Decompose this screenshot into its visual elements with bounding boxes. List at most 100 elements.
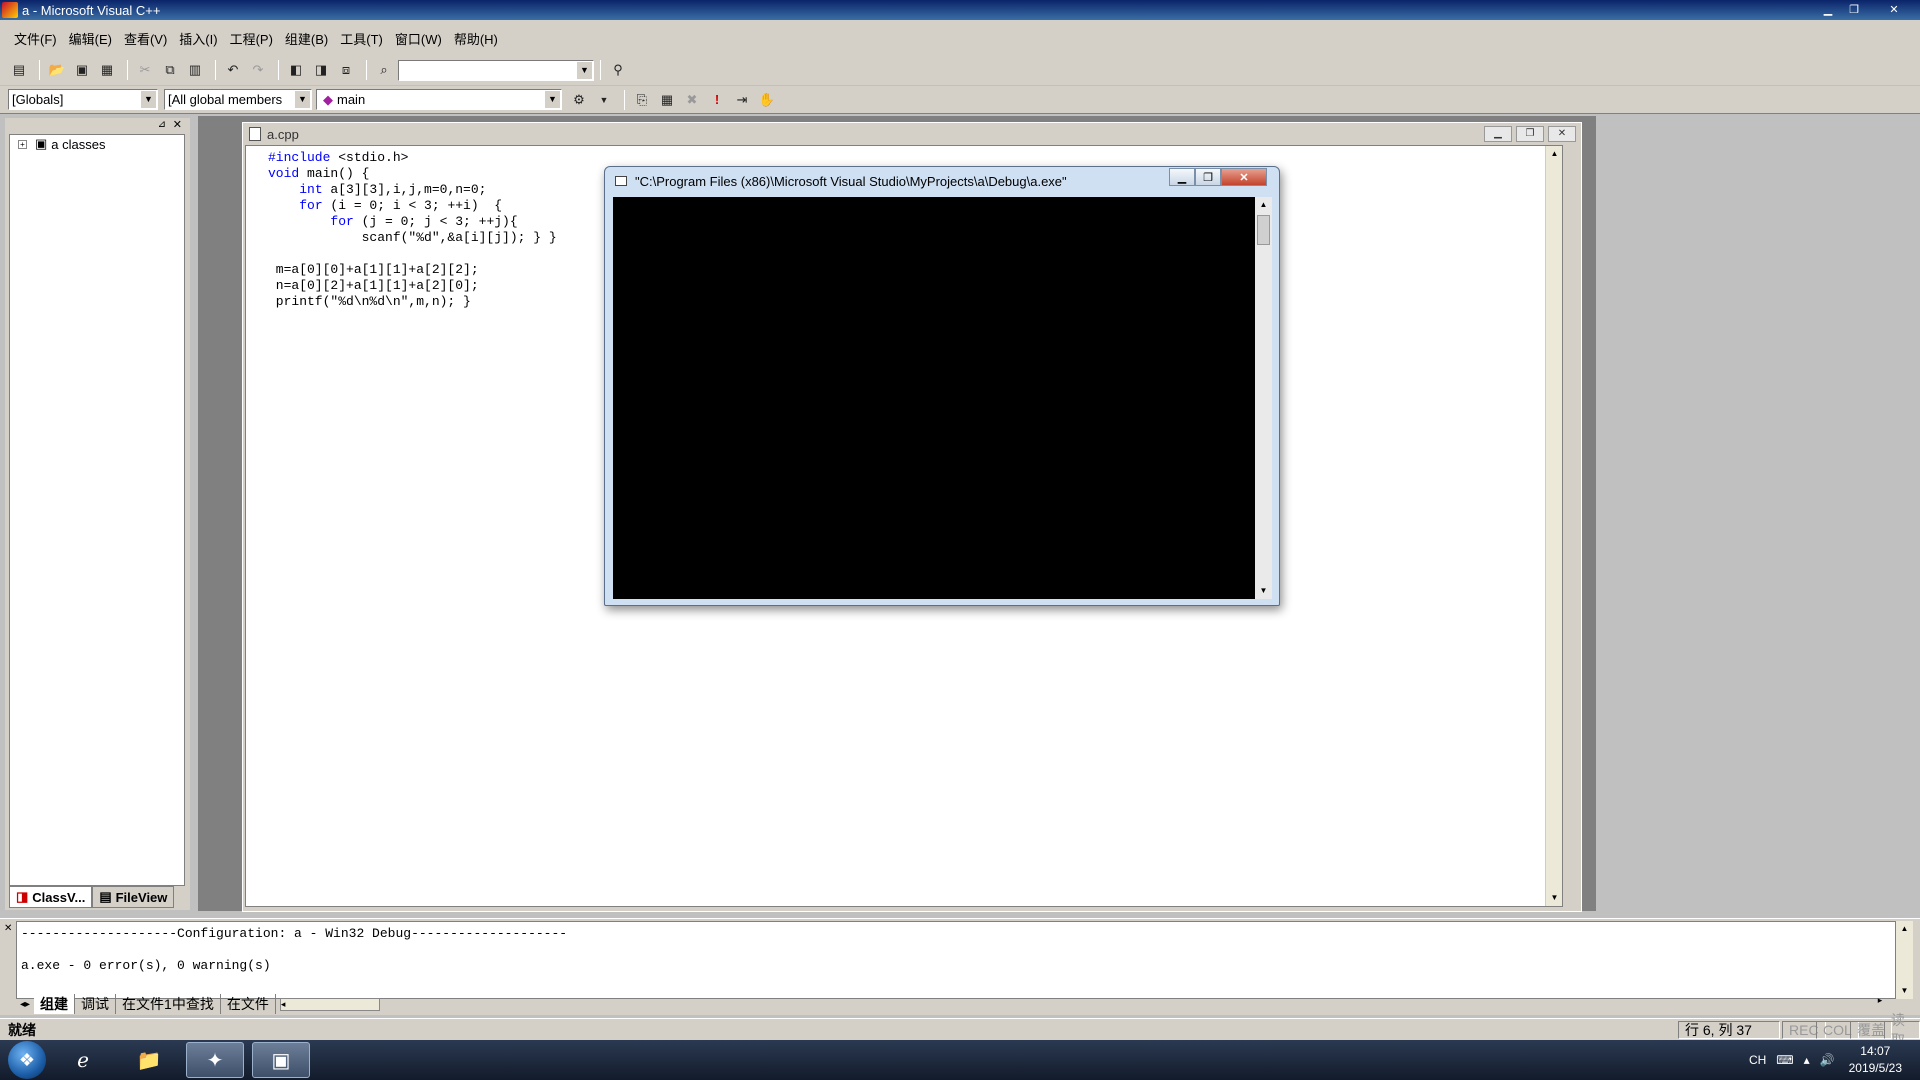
find-combo[interactable]: ▼	[398, 59, 594, 81]
editor-close-button[interactable]: ✕	[1548, 126, 1576, 142]
save-icon[interactable]: ▣	[71, 59, 93, 81]
code-text[interactable]: #include <stdio.h> void main() { int a[3]…	[268, 150, 557, 310]
volume-icon[interactable]: 🔊	[1820, 1053, 1835, 1067]
code-line[interactable]: for (i = 0; i < 3; ++i) {	[268, 198, 557, 214]
code-line[interactable]: #include <stdio.h>	[268, 150, 557, 166]
keyboard-icon[interactable]: ⌨	[1776, 1053, 1793, 1067]
code-line[interactable]	[268, 246, 557, 262]
start-button-icon[interactable]: ❖	[8, 1041, 46, 1079]
code-line[interactable]: n=a[0][2]+a[1][1]+a[2][0];	[268, 278, 557, 294]
menu-window[interactable]: 窗口(W)	[389, 29, 448, 48]
visual-cpp-taskbar-icon[interactable]: ✦	[186, 1042, 244, 1078]
console-close-button[interactable]: ✕	[1221, 168, 1267, 186]
tab-label: ClassV...	[32, 889, 86, 905]
tab-scroll-arrows-icon[interactable]: ◂▸	[20, 999, 30, 1010]
scroll-down-icon[interactable]: ▼	[1546, 890, 1563, 906]
console-title-bar[interactable]: "C:\Program Files (x86)\Microsoft Visual…	[605, 167, 1279, 195]
tree-item-classes[interactable]: + ▣ a classes	[10, 135, 184, 153]
tab-find-in-files-2[interactable]: 在文件	[221, 994, 276, 1014]
console-output[interactable]	[613, 197, 1255, 599]
restore-button[interactable]: ❐	[1842, 2, 1866, 18]
console-scrollbar[interactable]: ▲ ▼	[1255, 197, 1272, 599]
scroll-down-icon[interactable]: ▼	[1255, 583, 1272, 599]
output-toggle-icon[interactable]: ◨	[310, 59, 332, 81]
editor-title-bar[interactable]: a.cpp ▁ ❐ ✕	[243, 123, 1581, 145]
code-line[interactable]: m=a[0][0]+a[1][1]+a[2][2];	[268, 262, 557, 278]
console-taskbar-icon[interactable]: ▣	[252, 1042, 310, 1078]
file-explorer-icon[interactable]: 📁	[120, 1042, 178, 1078]
tab-debug[interactable]: 调试	[75, 994, 117, 1014]
menu-view[interactable]: 查看(V)	[118, 29, 173, 48]
redo-icon[interactable]: ↷	[247, 59, 269, 81]
console-maximize-button[interactable]: ❐	[1195, 168, 1221, 186]
go-debug-icon[interactable]: ⇥	[731, 89, 753, 111]
console-icon	[615, 176, 627, 186]
tab-classview[interactable]: ◨ ClassV...	[9, 886, 93, 908]
chevron-down-icon[interactable]: ▼	[593, 89, 615, 111]
output-vertical-scrollbar[interactable]: ▲ ▼	[1896, 921, 1913, 999]
expand-plus-icon[interactable]: +	[18, 139, 27, 149]
close-icon[interactable]: ✕	[4, 923, 12, 934]
build-output: --------------------Configuration: a - W…	[21, 926, 567, 974]
chevron-down-icon[interactable]: ▼	[577, 61, 592, 79]
paste-icon[interactable]: ▥	[184, 59, 206, 81]
editor-restore-button[interactable]: ❐	[1516, 126, 1544, 142]
scroll-up-icon[interactable]: ▲	[1896, 921, 1913, 937]
chevron-down-icon[interactable]: ▼	[295, 91, 310, 108]
chevron-down-icon[interactable]: ▼	[545, 91, 560, 108]
menu-build[interactable]: 组建(B)	[279, 29, 334, 48]
close-button[interactable]: ✕	[1882, 2, 1906, 18]
code-line[interactable]: int a[3][3],i,j,m=0,n=0;	[268, 182, 557, 198]
code-line[interactable]: for (j = 0; j < 3; ++j){	[268, 214, 557, 230]
menu-edit[interactable]: 编辑(E)	[63, 29, 118, 48]
menu-file[interactable]: 文件(F)	[8, 29, 63, 48]
new-file-icon[interactable]: ▤	[8, 59, 30, 81]
scroll-thumb[interactable]	[1257, 215, 1270, 245]
execute-icon[interactable]: !	[706, 89, 728, 111]
stop-build-icon[interactable]: ✖	[681, 89, 703, 111]
internet-explorer-icon[interactable]: ℯ	[54, 1042, 112, 1078]
output-text-area[interactable]: --------------------Configuration: a - W…	[16, 921, 1896, 999]
wizard-action-icon[interactable]: ⚙	[568, 89, 590, 111]
undo-icon[interactable]: ↶	[222, 59, 244, 81]
chevron-down-icon[interactable]: ▼	[141, 91, 156, 108]
console-minimize-button[interactable]: ▁	[1169, 168, 1195, 186]
save-all-icon[interactable]: ▦	[96, 59, 118, 81]
breakpoint-hand-icon[interactable]: ✋	[756, 89, 778, 111]
minimize-button[interactable]: ▁	[1816, 2, 1840, 18]
language-indicator[interactable]: CH	[1749, 1053, 1766, 1067]
menu-insert[interactable]: 插入(I)	[173, 29, 223, 48]
editor-minimize-button[interactable]: ▁	[1484, 126, 1512, 142]
find-binoculars-icon[interactable]: ⚲	[607, 59, 629, 81]
tab-build[interactable]: 组建	[34, 994, 76, 1014]
scroll-right-icon[interactable]: ▸	[1860, 995, 1900, 1011]
menu-help[interactable]: 帮助(H)	[448, 29, 504, 48]
compile-icon[interactable]: ⎘	[631, 89, 653, 111]
copy-icon[interactable]: ⧉	[159, 59, 181, 81]
menu-tools[interactable]: 工具(T)	[334, 29, 389, 48]
workspace-toggle-icon[interactable]: ◧	[285, 59, 307, 81]
scroll-up-icon[interactable]: ▲	[1255, 197, 1272, 213]
globals-combo[interactable]: [Globals] ▼	[8, 89, 158, 110]
pin-icon[interactable]: ⊿	[158, 119, 166, 130]
open-folder-icon[interactable]: 📂	[46, 59, 68, 81]
build-icon[interactable]: ▦	[656, 89, 678, 111]
find-in-files-icon[interactable]: ⌕	[373, 59, 395, 81]
tab-fileview[interactable]: ▤ FileView	[92, 886, 175, 908]
output-hscroll-icon[interactable]: ◂	[279, 997, 380, 1011]
function-combo-value: main	[337, 92, 366, 107]
code-line[interactable]: scanf("%d",&a[i][j]); } }	[268, 230, 557, 246]
close-icon[interactable]: ✕	[173, 118, 182, 131]
function-combo[interactable]: ◆ main ▼	[316, 89, 562, 110]
show-hidden-icons-icon[interactable]: ▴	[1804, 1053, 1810, 1067]
clock[interactable]: 14:07 2019/5/23	[1849, 1043, 1902, 1077]
tab-find-in-files-1[interactable]: 在文件1中查找	[116, 994, 221, 1014]
code-line[interactable]: printf("%d\n%d\n",m,n); }	[268, 294, 557, 310]
windows-list-icon[interactable]: ⧈	[335, 59, 357, 81]
menu-project[interactable]: 工程(P)	[224, 29, 279, 48]
editor-vertical-scrollbar[interactable]: ▲ ▼	[1545, 146, 1562, 906]
code-line[interactable]: void main() {	[268, 166, 557, 182]
scroll-up-icon[interactable]: ▲	[1546, 146, 1563, 162]
members-combo[interactable]: [All global members ▼	[164, 89, 312, 110]
cut-icon[interactable]: ✂	[134, 59, 156, 81]
